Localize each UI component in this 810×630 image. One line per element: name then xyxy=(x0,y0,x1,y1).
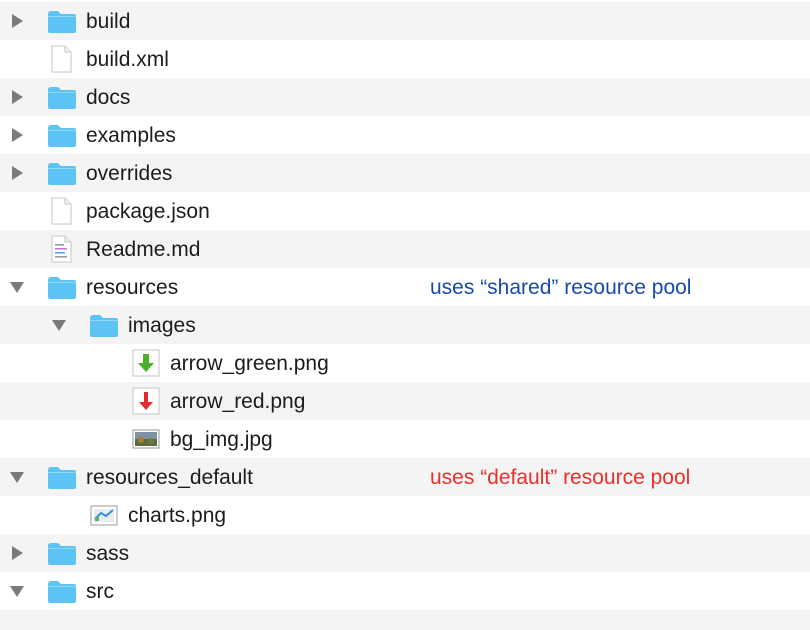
tree-item-label: Readme.md xyxy=(86,238,201,261)
disclosure-triangle-right-icon[interactable] xyxy=(10,128,24,142)
tree-row-src[interactable]: src xyxy=(0,572,810,610)
disclosure-triangle-right-icon[interactable] xyxy=(10,90,24,104)
tree-item-label: charts.png xyxy=(128,504,227,527)
folder-icon xyxy=(47,7,77,35)
disclosure-triangle-down-icon[interactable] xyxy=(10,584,24,598)
folder-icon xyxy=(47,83,77,111)
arrow-red-image-icon xyxy=(131,387,161,415)
tree-row-docs[interactable]: docs xyxy=(0,78,810,116)
text-document-icon xyxy=(47,235,77,263)
photo-image-icon xyxy=(131,425,161,453)
resource-pool-note: uses “shared” resource pool xyxy=(430,276,692,299)
file-icon xyxy=(47,45,77,73)
tree-item-label: images xyxy=(128,314,196,337)
tree-row-examples[interactable]: examples xyxy=(0,116,810,154)
tree-row-bg-img[interactable]: bg_img.jpg xyxy=(0,420,810,458)
tree-row-readme[interactable]: Readme.md xyxy=(0,230,810,268)
disclosure-triangle-right-icon[interactable] xyxy=(10,14,24,28)
disclosure-triangle-right-icon[interactable] xyxy=(10,546,24,560)
tree-item-label: build.xml xyxy=(86,48,169,71)
folder-icon xyxy=(47,577,77,605)
tree-row-images[interactable]: images xyxy=(0,306,810,344)
tree-item-label: docs xyxy=(86,86,131,109)
tree-item-label: overrides xyxy=(86,162,173,185)
tree-item-label: resources_default xyxy=(86,466,253,489)
tree-item-label: sass xyxy=(86,542,130,565)
folder-icon xyxy=(47,121,77,149)
tree-item-label: examples xyxy=(86,124,176,147)
tree-row-package-json[interactable]: package.json xyxy=(0,192,810,230)
tree-row-sass[interactable]: sass xyxy=(0,534,810,572)
tree-row-build[interactable]: build xyxy=(0,2,810,40)
tree-row-arrow-green[interactable]: arrow_green.png xyxy=(0,344,810,382)
tree-item-label: bg_img.jpg xyxy=(170,428,273,451)
tree-item-label: arrow_green.png xyxy=(170,352,329,375)
tree-item-label: arrow_red.png xyxy=(170,390,306,413)
tree-row-resources-default[interactable]: resources_default uses “default” resourc… xyxy=(0,458,810,496)
tree-row-build-xml[interactable]: build.xml xyxy=(0,40,810,78)
file-icon xyxy=(47,197,77,225)
disclosure-triangle-right-icon[interactable] xyxy=(10,166,24,180)
arrow-green-image-icon xyxy=(131,349,161,377)
tree-row-overrides[interactable]: overrides xyxy=(0,154,810,192)
tree-item-label: resources xyxy=(86,276,179,299)
disclosure-triangle-down-icon[interactable] xyxy=(10,280,24,294)
tree-row-resources[interactable]: resources uses “shared” resource pool xyxy=(0,268,810,306)
resource-pool-note: uses “default” resource pool xyxy=(430,466,691,489)
tree-item-label: src xyxy=(86,580,114,603)
tree-item-label: package.json xyxy=(86,200,210,223)
folder-icon xyxy=(47,539,77,567)
tree-row-arrow-red[interactable]: arrow_red.png xyxy=(0,382,810,420)
tree-row-charts[interactable]: charts.png xyxy=(0,496,810,534)
disclosure-triangle-down-icon[interactable] xyxy=(52,318,66,332)
folder-icon xyxy=(89,311,119,339)
tree-item-label: build xyxy=(86,10,131,33)
folder-icon xyxy=(47,273,77,301)
chart-image-icon xyxy=(89,501,119,529)
folder-icon xyxy=(47,159,77,187)
tree-row-empty xyxy=(0,610,810,630)
disclosure-triangle-down-icon[interactable] xyxy=(10,470,24,484)
folder-icon xyxy=(47,463,77,491)
file-tree: build build.xml docs examples overrides … xyxy=(0,0,810,630)
